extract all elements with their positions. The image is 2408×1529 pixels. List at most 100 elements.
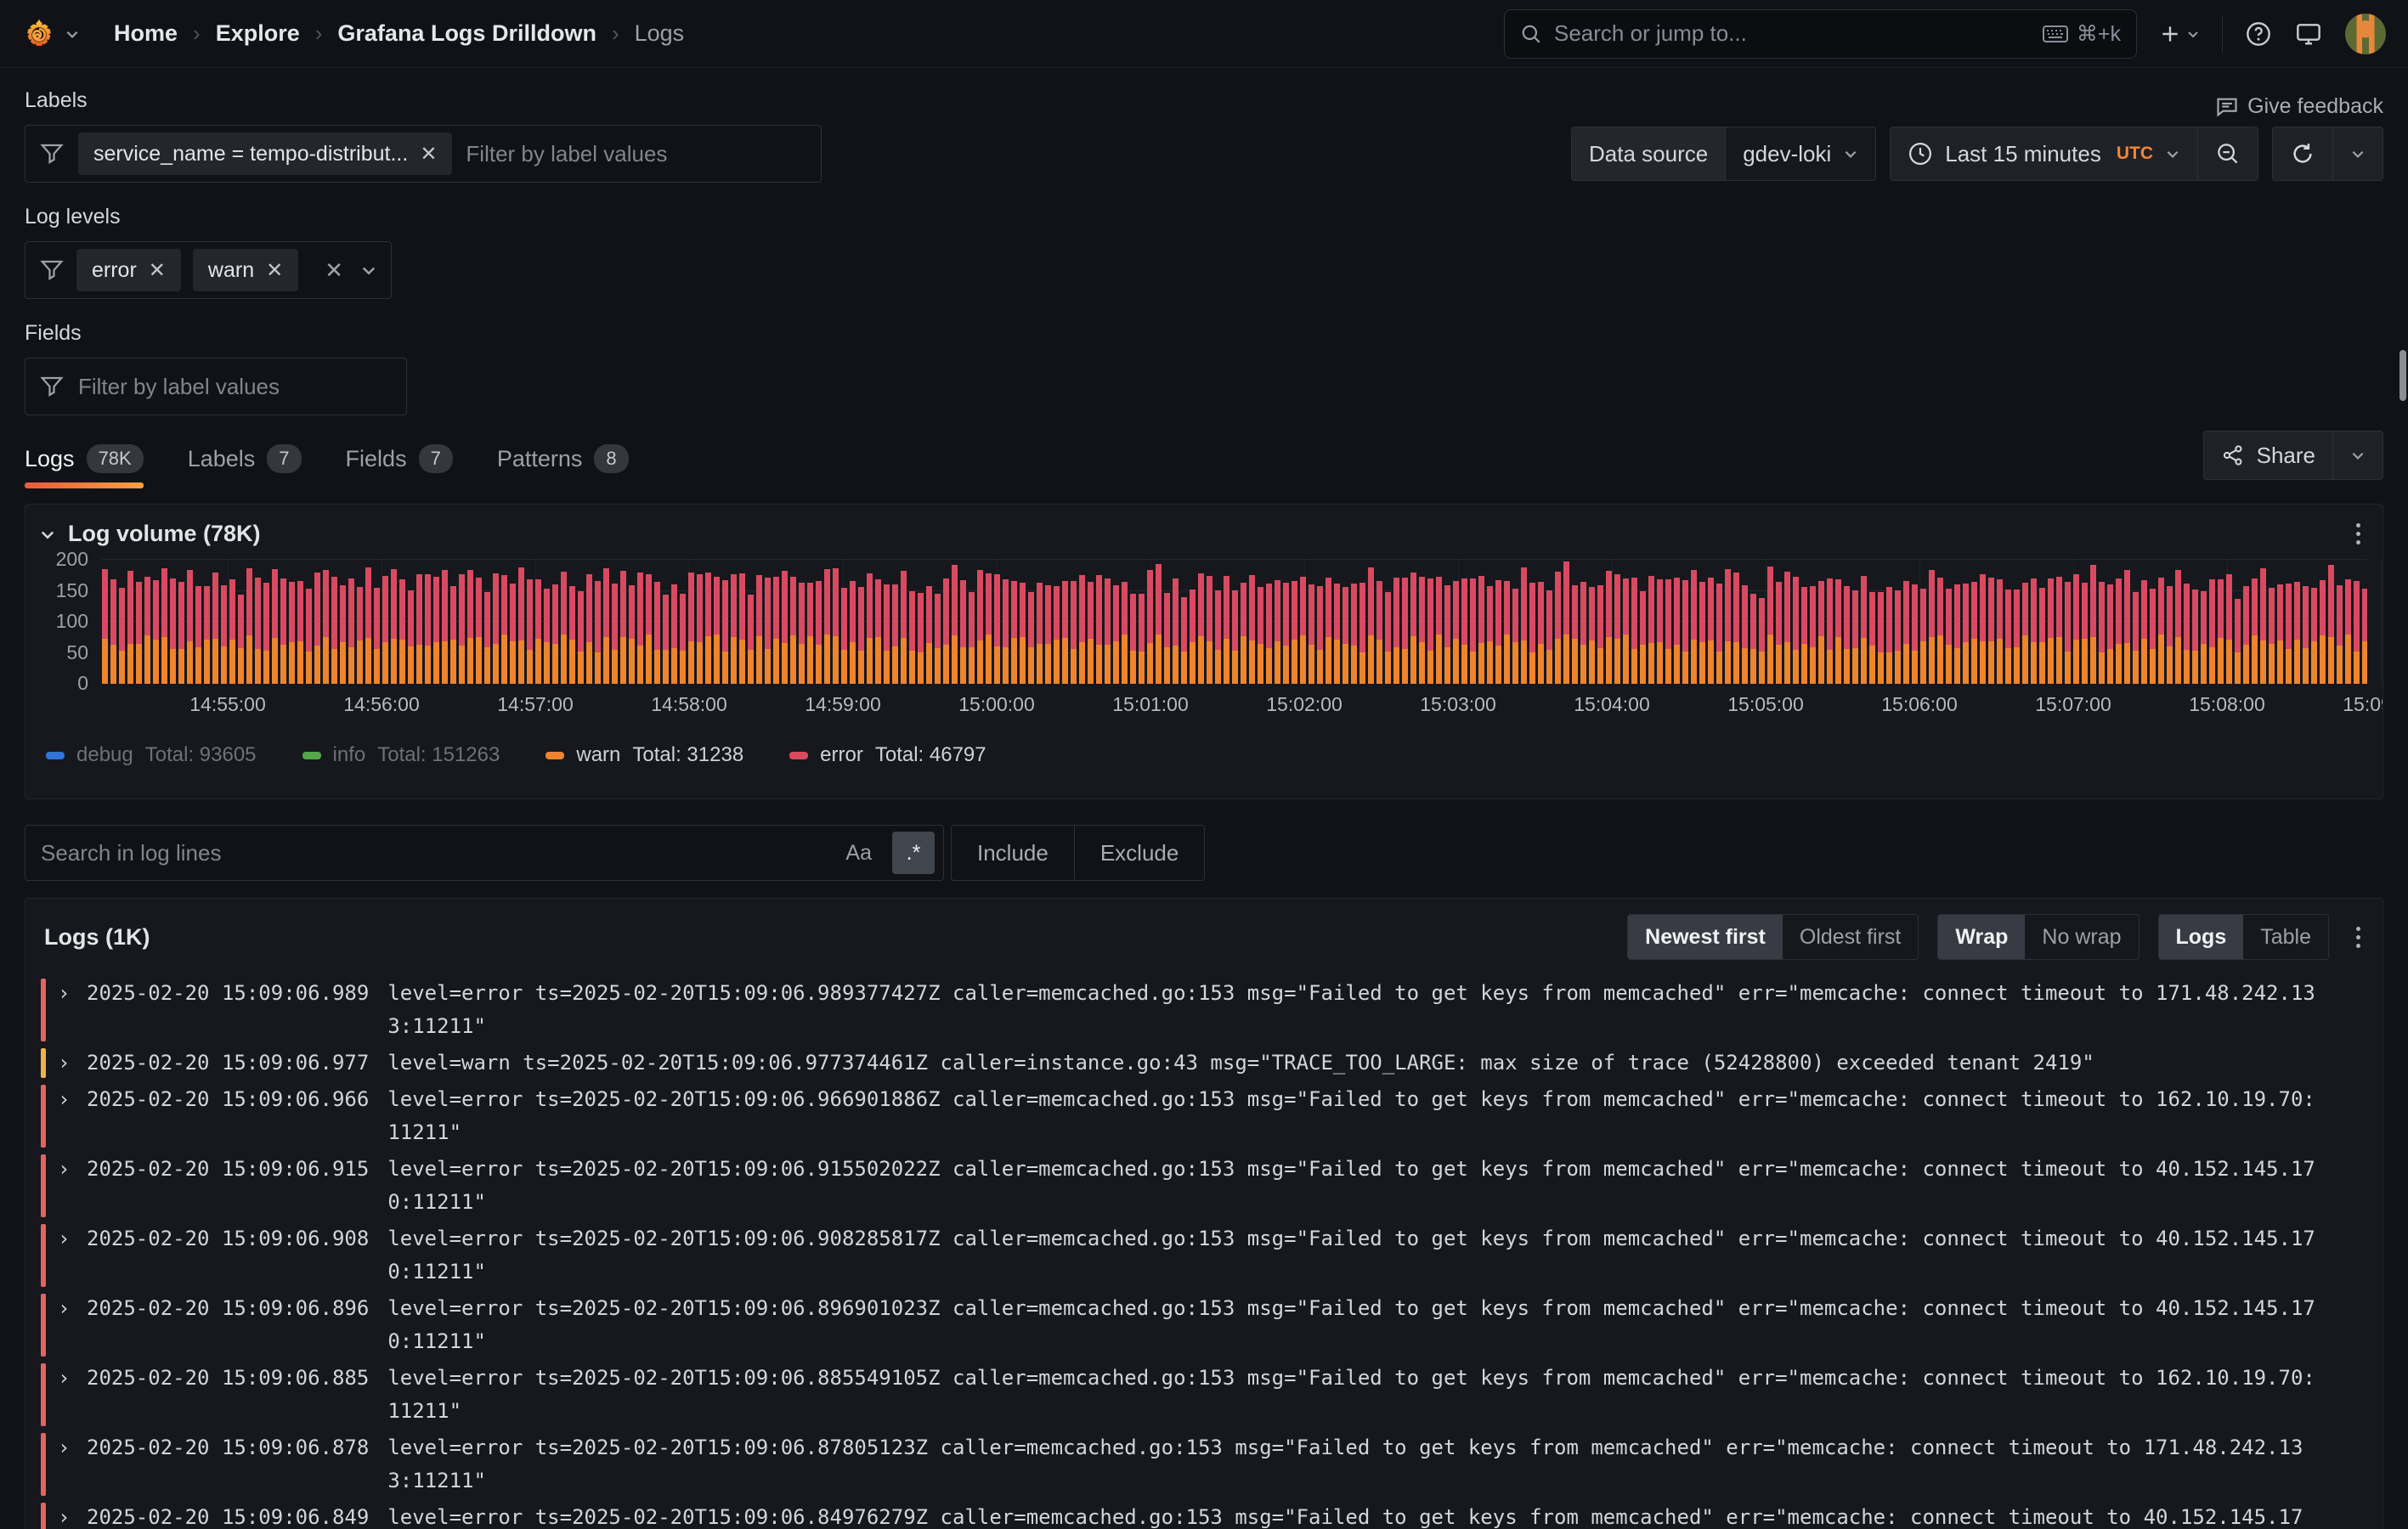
collapse-icon[interactable] [39,526,56,543]
log-levels-filter[interactable]: error✕ warn✕ ✕ [25,241,392,299]
remove-chip-icon[interactable]: ✕ [149,258,166,283]
expand-row-icon[interactable]: › [58,1047,80,1080]
time-range-button[interactable]: Last 15 minutes UTC [1891,127,2197,180]
clear-levels-icon[interactable]: ✕ [325,257,343,284]
label-filter-chip[interactable]: service_name = tempo-distribut... ✕ [78,133,452,175]
refresh-interval-button[interactable] [2332,127,2383,180]
legend-item-debug[interactable]: debugTotal: 93605 [46,743,257,767]
bar [731,574,737,684]
panel-menu-icon[interactable] [2351,518,2366,550]
expand-row-icon[interactable]: › [58,1362,80,1395]
logs-panel-menu-icon[interactable] [2351,922,2366,953]
refresh-button[interactable] [2273,127,2332,180]
bar [612,584,618,684]
bar [1079,575,1085,684]
news-button[interactable] [2294,20,2323,48]
bar [646,574,652,684]
log-row[interactable]: ›2025-02-20 15:09:06.878level=error ts=2… [41,1431,2369,1498]
label-filter-chip-text: service_name = tempo-distribut... [93,142,408,166]
legend-item-info[interactable]: infoTotal: 151263 [302,743,500,767]
bar [459,574,465,684]
expand-row-icon[interactable]: › [58,1292,80,1325]
expand-row-icon[interactable]: › [58,1153,80,1186]
wrap-no-wrap[interactable]: No wrap [2025,915,2138,959]
keyboard-shortcut: ⌘+k [2043,21,2121,47]
regex-button[interactable]: .* [892,832,935,874]
log-row[interactable]: ›2025-02-20 15:09:06.896level=error ts=2… [41,1292,2369,1358]
bar [2014,590,2020,684]
bar [1563,561,1569,684]
expand-row-icon[interactable]: › [58,1431,80,1464]
log-row[interactable]: ›2025-02-20 15:09:06.989level=error ts=2… [41,977,2369,1043]
log-row[interactable]: ›2025-02-20 15:09:06.908level=error ts=2… [41,1222,2369,1289]
new-menu-button[interactable] [2159,23,2200,45]
grafana-logo-menu[interactable] [22,17,80,51]
breadcrumb-item[interactable]: Home [114,20,178,47]
chevron-down-icon[interactable] [360,262,377,279]
gridline [2381,560,2382,684]
global-search-input[interactable] [1554,20,2031,47]
sort-oldest-first[interactable]: Oldest first [1783,915,1918,959]
breadcrumb-item[interactable]: Grafana Logs Drilldown [337,20,596,47]
logs-table-toggle: LogsTable [2158,914,2329,960]
remove-chip-icon[interactable]: ✕ [420,142,437,166]
sort-newest-first[interactable]: Newest first [1628,915,1783,959]
tab-labels[interactable]: Labels7 [188,444,302,488]
user-avatar[interactable] [2345,14,2386,54]
log-level-indicator [41,979,46,1041]
log-timestamp: 2025-02-20 15:09:06.915 [87,1153,369,1186]
give-feedback-button[interactable]: Give feedback [2215,94,2383,119]
legend-item-error[interactable]: errorTotal: 46797 [789,743,986,767]
log-row[interactable]: ›2025-02-20 15:09:06.977level=warn ts=20… [41,1047,2369,1080]
log-level-chip[interactable]: error✕ [76,249,181,291]
zoom-out-button[interactable] [2197,127,2258,180]
tab-count-badge: 7 [267,444,301,473]
fields-filter-box[interactable] [25,358,407,415]
exclude-button[interactable]: Exclude [1074,826,1205,880]
log-line-search-box[interactable]: Aa .* [25,825,944,881]
bar [1266,584,1272,684]
log-row[interactable]: ›2025-02-20 15:09:06.885level=error ts=2… [41,1362,2369,1428]
page-scrollbar-thumb[interactable] [2400,350,2406,401]
remove-chip-icon[interactable]: ✕ [266,258,283,283]
chart-plot-area[interactable] [102,560,2367,684]
breadcrumb-item[interactable]: Explore [216,20,300,47]
expand-row-icon[interactable]: › [58,1083,80,1116]
bar [1232,590,1238,684]
datasource-value[interactable]: gdev-loki [1725,127,1875,180]
tab-patterns[interactable]: Patterns8 [497,444,629,488]
bar [272,569,278,684]
log-line-search-input[interactable] [41,840,825,866]
log-row[interactable]: ›2025-02-20 15:09:06.966level=error ts=2… [41,1083,2369,1149]
share-menu-button[interactable] [2332,432,2383,479]
expand-row-icon[interactable]: › [58,977,80,1010]
view-table[interactable]: Table [2243,915,2328,959]
view-logs[interactable]: Logs [2159,915,2244,959]
wrap-wrap[interactable]: Wrap [1938,915,2025,959]
tab-fields[interactable]: Fields7 [346,444,453,488]
legend-item-warn[interactable]: warnTotal: 31238 [545,743,743,767]
bar [204,586,210,684]
expand-row-icon[interactable]: › [58,1501,80,1529]
share-button[interactable]: Share [2204,432,2332,479]
bar [1631,578,1637,684]
expand-row-icon[interactable]: › [58,1222,80,1255]
datasource-picker[interactable]: Data source gdev-loki [1571,127,1876,181]
global-search[interactable]: ⌘+k [1504,9,2137,59]
case-sensitive-button[interactable]: Aa [837,836,880,871]
legend-series-name: error [820,743,863,767]
log-level-chip[interactable]: warn✕ [193,249,298,291]
tab-logs[interactable]: Logs78K [25,444,144,488]
log-row[interactable]: ›2025-02-20 15:09:06.915level=error ts=2… [41,1153,2369,1219]
bar [1427,578,1433,684]
labels-filter-box[interactable]: service_name = tempo-distribut... ✕ [25,125,822,183]
labels-filter-input[interactable] [466,141,807,167]
breadcrumb-separator: › [612,20,619,47]
log-row[interactable]: ›2025-02-20 15:09:06.849level=error ts=2… [41,1501,2369,1529]
include-button[interactable]: Include [952,826,1074,880]
bar [688,573,694,684]
fields-filter-input[interactable] [78,374,393,400]
help-button[interactable] [2245,20,2272,48]
breadcrumb-item[interactable]: Logs [635,20,685,47]
bar [2286,584,2292,684]
